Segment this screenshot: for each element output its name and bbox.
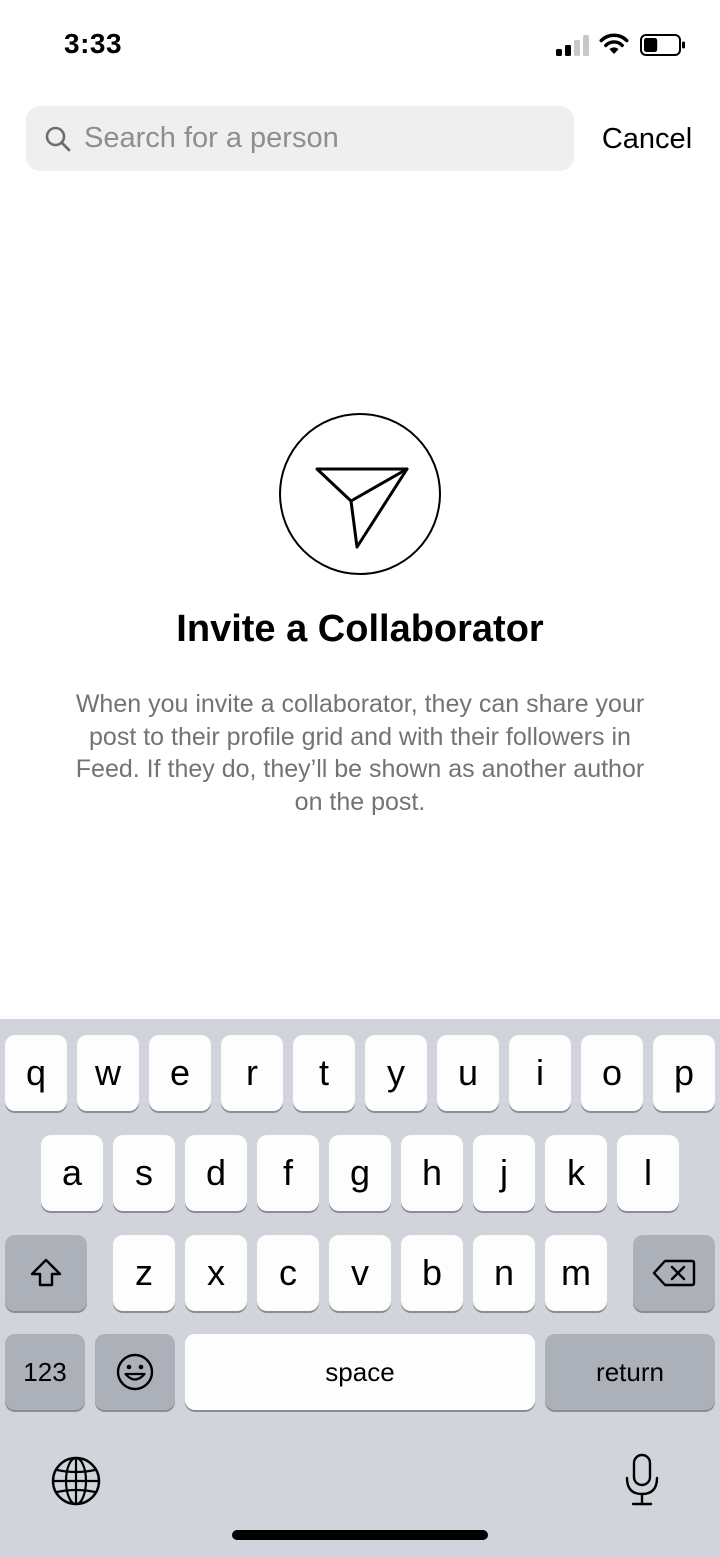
home-indicator [232,1530,488,1540]
paper-plane-icon-circle [279,413,441,575]
key-l[interactable]: l [617,1135,679,1211]
cancel-button[interactable]: Cancel [592,118,702,160]
numbers-key[interactable]: 123 [5,1334,85,1410]
key-y[interactable]: y [365,1035,427,1111]
delete-key[interactable] [633,1235,715,1311]
key-n[interactable]: n [473,1235,535,1311]
key-v[interactable]: v [329,1235,391,1311]
key-s[interactable]: s [113,1135,175,1211]
search-input[interactable] [84,106,554,171]
key-o[interactable]: o [581,1035,643,1111]
space-key[interactable]: space [185,1334,535,1410]
search-box[interactable] [26,106,574,171]
key-g[interactable]: g [329,1135,391,1211]
key-w[interactable]: w [77,1035,139,1111]
emoji-key[interactable] [95,1334,175,1410]
delete-icon [652,1259,696,1287]
key-z[interactable]: z [113,1235,175,1311]
key-f[interactable]: f [257,1135,319,1211]
key-k[interactable]: k [545,1135,607,1211]
shift-icon [30,1258,62,1287]
battery-icon [640,34,685,56]
key-i[interactable]: i [509,1035,571,1111]
keyboard: q w e r t y u i o p a s d f g h j k l z … [0,1019,720,1557]
key-q[interactable]: q [5,1035,67,1111]
search-icon [45,126,71,152]
return-key[interactable]: return [545,1334,715,1410]
key-c[interactable]: c [257,1235,319,1311]
key-u[interactable]: u [437,1035,499,1111]
key-d[interactable]: d [185,1135,247,1211]
shift-key[interactable] [5,1235,87,1311]
key-x[interactable]: x [185,1235,247,1311]
key-m[interactable]: m [545,1235,607,1311]
cellular-signal-icon [556,34,592,56]
emoji-icon [116,1353,154,1391]
key-t[interactable]: t [293,1035,355,1111]
status-bar: 3:33 [0,0,720,90]
key-p[interactable]: p [653,1035,715,1111]
wifi-icon [599,33,629,54]
paper-plane-icon [315,467,409,549]
key-e[interactable]: e [149,1035,211,1111]
globe-icon[interactable] [50,1455,102,1507]
key-b[interactable]: b [401,1235,463,1311]
key-a[interactable]: a [41,1135,103,1211]
key-j[interactable]: j [473,1135,535,1211]
key-r[interactable]: r [221,1035,283,1111]
status-time: 3:33 [64,28,123,59]
invite-title: Invite a Collaborator [176,608,544,650]
invite-description: When you invite a collaborator, they can… [75,690,645,816]
microphone-icon[interactable] [622,1452,662,1508]
key-h[interactable]: h [401,1135,463,1211]
